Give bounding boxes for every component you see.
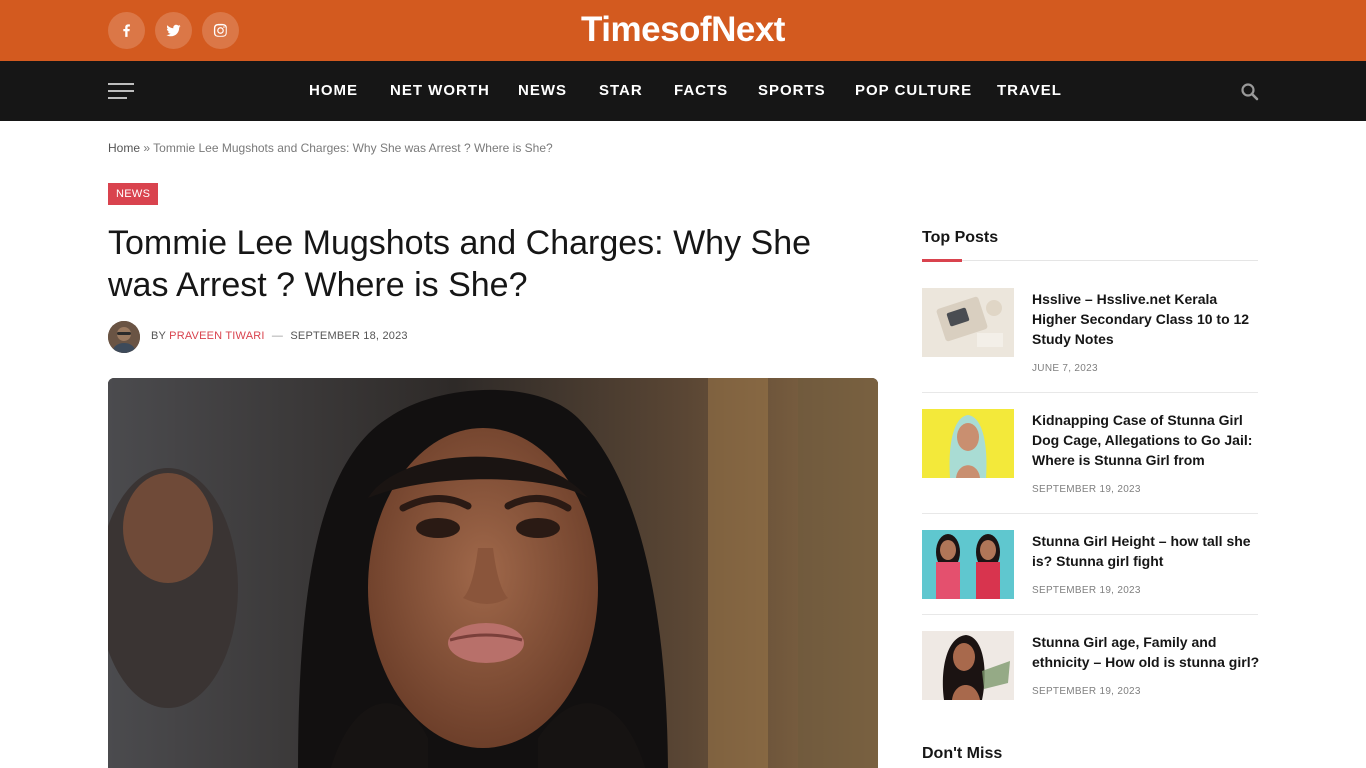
category-badge[interactable]: NEWS [108, 183, 159, 205]
top-post-item[interactable]: Kidnapping Case of Stunna Girl Dog Cage,… [922, 409, 1258, 499]
post-thumbnail[interactable] [922, 409, 1014, 478]
top-post-item[interactable]: Stunna Girl Height – how tall she is? St… [922, 530, 1258, 600]
post-thumbnail[interactable] [922, 288, 1014, 357]
sidebar-divider [922, 260, 1258, 261]
breadcrumb-home[interactable]: Home [108, 141, 140, 155]
nav-item-star[interactable]: STAR [599, 82, 643, 99]
dont-miss-heading: Don't Miss [922, 745, 1003, 762]
breadcrumb: Home » Tommie Lee Mugshots and Charges: … [108, 141, 553, 155]
post-thumbnail[interactable] [922, 530, 1014, 599]
post-divider [922, 392, 1258, 393]
article-date: SEPTEMBER 18, 2023 [290, 330, 408, 342]
sidebar-title: Top Posts [922, 229, 999, 246]
post-divider [922, 513, 1258, 514]
nav-item-net-worth[interactable]: NET WORTH [390, 82, 490, 99]
author-avatar[interactable] [108, 321, 140, 353]
post-title[interactable]: Stunna Girl Height – how tall she is? St… [1032, 531, 1260, 571]
post-date: SEPTEMBER 19, 2023 [1032, 484, 1141, 495]
article-title: Tommie Lee Mugshots and Charges: Why She… [108, 224, 812, 304]
nav-item-facts[interactable]: FACTS [674, 82, 728, 99]
post-date: SEPTEMBER 19, 2023 [1032, 686, 1141, 697]
nav-item-news[interactable]: NEWS [518, 82, 567, 99]
nav-item-pop-culture[interactable]: POP CULTURE [855, 82, 972, 99]
menu-icon[interactable] [108, 83, 134, 99]
top-post-item[interactable]: Stunna Girl age, Family and ethnicity – … [922, 631, 1260, 701]
breadcrumb-current: Tommie Lee Mugshots and Charges: Why She… [153, 141, 553, 155]
post-date: SEPTEMBER 19, 2023 [1032, 585, 1141, 596]
top-post-item[interactable]: Hsslive – Hsslive.net Kerala Higher Seco… [922, 288, 1258, 378]
post-title[interactable]: Hsslive – Hsslive.net Kerala Higher Seco… [1032, 289, 1260, 349]
nav-item-sports[interactable]: SPORTS [758, 82, 826, 99]
post-date: JUNE 7, 2023 [1032, 363, 1098, 374]
post-title[interactable]: Kidnapping Case of Stunna Girl Dog Cage,… [1032, 410, 1260, 470]
meta-dash: — [271, 330, 284, 342]
breadcrumb-separator: » [143, 141, 151, 155]
nav-item-travel[interactable]: TRAVEL [997, 82, 1062, 99]
main-nav: HOME NET WORTH NEWS STAR FACTS SPORTS PO… [0, 61, 1366, 121]
nav-item-home[interactable]: HOME [309, 82, 358, 99]
post-thumbnail[interactable] [922, 631, 1014, 700]
author-link[interactable]: PRAVEEN TIWARI [169, 330, 265, 342]
site-logo[interactable]: TimesofNext [0, 10, 1366, 50]
search-icon[interactable] [1240, 82, 1260, 102]
featured-image [108, 378, 878, 768]
article-meta: BY PRAVEEN TIWARI — SEPTEMBER 18, 2023 [151, 330, 408, 342]
post-divider [922, 614, 1258, 615]
post-title[interactable]: Stunna Girl age, Family and ethnicity – … [1032, 632, 1260, 672]
sidebar-accent-bar [922, 259, 962, 262]
top-header: TimesofNext [0, 0, 1366, 61]
meta-by: BY [151, 330, 166, 342]
